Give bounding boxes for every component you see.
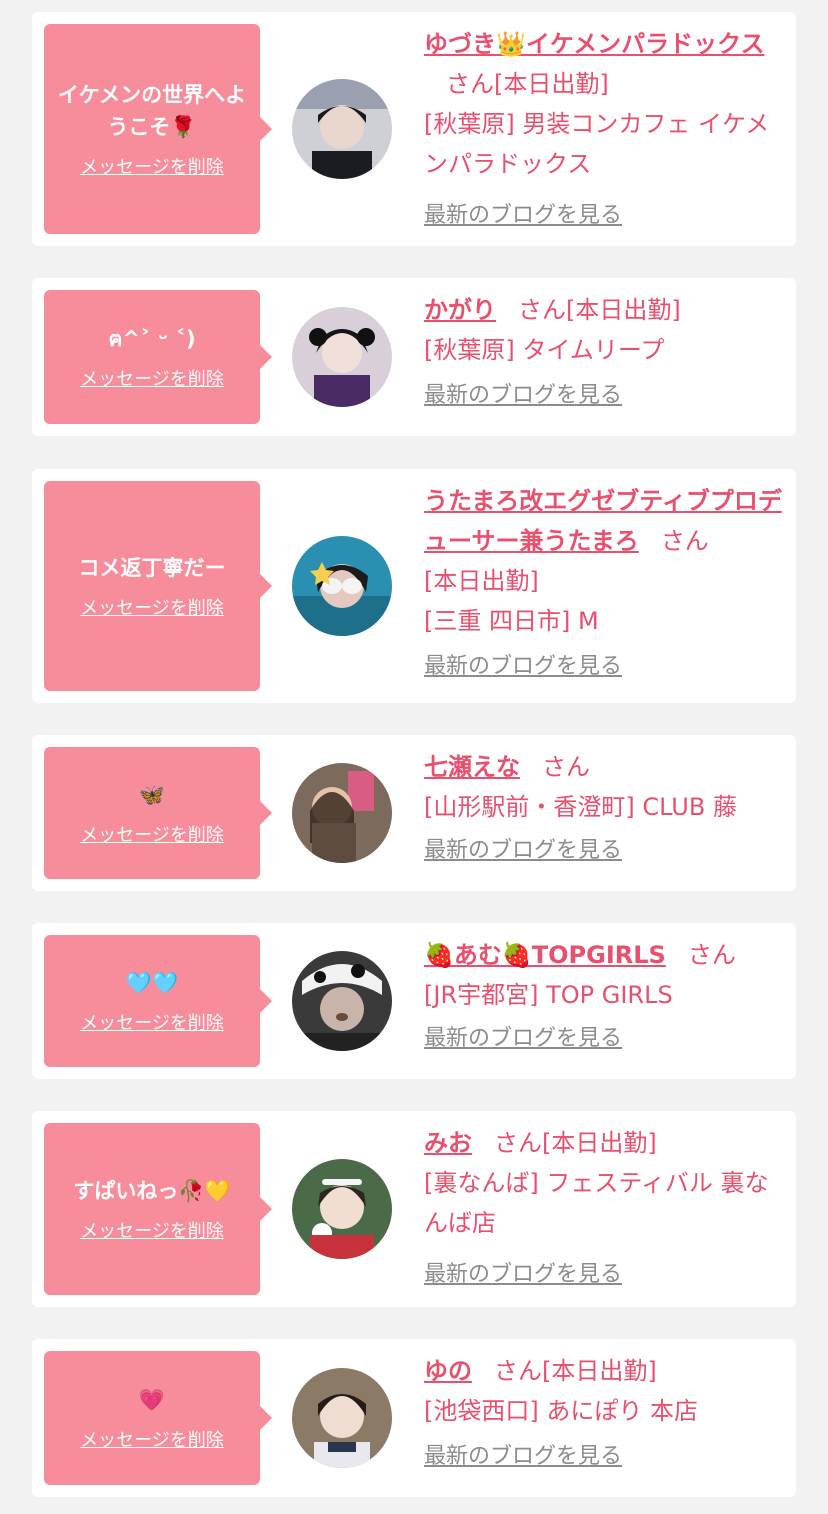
avatar[interactable] <box>292 79 392 179</box>
delete-message-link[interactable]: メッセージを削除 <box>80 153 224 179</box>
delete-message-link[interactable]: メッセージを削除 <box>80 594 224 620</box>
cast-name-link[interactable]: 七瀬えな <box>424 753 520 781</box>
message-bubble: 💗 メッセージを削除 <box>44 1351 272 1485</box>
message-bubble: すぱいねっ🥀💛 メッセージを削除 <box>44 1123 272 1295</box>
cast-name-link[interactable]: ゆづき👑イケメンパラドックス <box>424 30 764 58</box>
shop-label: [JR宇都宮] TOP GIRLS <box>424 981 673 1009</box>
view-blog-link[interactable]: 最新のブログを見る <box>424 647 782 687</box>
cast-info: うたまろ改エグゼブティブプロデューサー兼うたまろ さん [本日出勤] [三重 四日市… <box>424 481 782 687</box>
shop-label: [裏なんば] フェスティバル 裏なんば店 <box>424 1169 769 1237</box>
honorific: さん <box>660 527 709 555</box>
shop-label: [秋葉原] タイムリープ <box>424 336 665 364</box>
message-card: イケメンの世界へようこそ🌹 メッセージを削除 ゆづき👑イケメンパラドックスさん[… <box>32 12 796 246</box>
avatar[interactable] <box>292 1368 392 1468</box>
status-badge: [本日出勤] <box>566 296 681 324</box>
message-text: 💗 <box>138 1388 166 1412</box>
delete-message-link[interactable]: メッセージを削除 <box>80 1009 224 1035</box>
message-text: 🦋 <box>138 783 166 807</box>
cast-info: かがり さん[本日出勤] [秋葉原] タイムリープ 最新のブログを見る <box>424 290 782 416</box>
view-blog-link[interactable]: 最新のブログを見る <box>424 1019 782 1059</box>
message-text: すぱいねっ🥀💛 <box>73 1179 231 1203</box>
message-text: コメ返丁寧だー <box>78 556 226 580</box>
shop-label: [山形駅前・香澄町] CLUB 藤 <box>424 793 737 821</box>
message-card: コメ返丁寧だー メッセージを削除 うたまろ改エグゼブティブプロデューサー兼うたま… <box>32 469 796 703</box>
delete-message-link[interactable]: メッセージを削除 <box>80 365 224 391</box>
message-card: 🩵🩵 メッセージを削除 🍓あむ🍓TOPGIRLS さん [JR宇都宮] TOP G… <box>32 923 796 1079</box>
cast-name-link[interactable]: みお <box>424 1129 472 1157</box>
message-text: 🩵🩵 <box>125 971 179 995</box>
status-badge: [本日出勤] <box>542 1129 657 1157</box>
cast-info: みお さん[本日出勤] [裏なんば] フェスティバル 裏なんば店 最新のブログを見… <box>424 1123 782 1295</box>
honorific: さん <box>494 1357 542 1385</box>
avatar[interactable] <box>292 951 392 1051</box>
view-blog-link[interactable]: 最新のブログを見る <box>424 196 782 236</box>
delete-message-link[interactable]: メッセージを削除 <box>80 821 224 847</box>
message-list: イケメンの世界へようこそ🌹 メッセージを削除 ゆづき👑イケメンパラドックスさん[… <box>0 0 828 1514</box>
honorific: さん <box>494 1129 542 1157</box>
message-bubble: イケメンの世界へようこそ🌹 メッセージを削除 <box>44 24 272 234</box>
message-bubble: 🩵🩵 メッセージを削除 <box>44 935 272 1067</box>
message-card: ฅ^˃ ᵕ ˂) メッセージを削除 かがり さん[本日出勤] [秋葉原] タイムリ… <box>32 278 796 436</box>
shop-label: [池袋西口] あにぽり 本店 <box>424 1397 698 1425</box>
honorific: さん <box>687 941 736 969</box>
message-bubble: 🦋 メッセージを削除 <box>44 747 272 879</box>
cast-info: 🍓あむ🍓TOPGIRLS さん [JR宇都宮] TOP GIRLS 最新のブログを… <box>424 935 782 1059</box>
honorific: さん <box>518 296 566 324</box>
view-blog-link[interactable]: 最新のブログを見る <box>424 1437 782 1477</box>
avatar[interactable] <box>292 536 392 636</box>
message-text: ฅ^˃ ᵕ ˂) <box>108 327 196 351</box>
message-card: 💗 メッセージを削除 ゆの さん[本日出勤] [池袋西口] あにぽり 本店 最新の… <box>32 1339 796 1497</box>
view-blog-link[interactable]: 最新のブログを見る <box>424 376 782 416</box>
honorific: さん <box>446 70 494 98</box>
delete-message-link[interactable]: メッセージを削除 <box>80 1217 224 1243</box>
cast-name-link[interactable]: ゆの <box>424 1357 472 1385</box>
status-badge: [本日出勤] <box>542 1357 657 1385</box>
avatar[interactable] <box>292 763 392 863</box>
message-bubble: ฅ^˃ ᵕ ˂) メッセージを削除 <box>44 290 272 424</box>
avatar[interactable] <box>292 307 392 407</box>
message-card: 🦋 メッセージを削除 七瀬えな さん [山形駅前・香澄町] CLUB 藤 最新のブ… <box>32 735 796 891</box>
cast-name-link[interactable]: かがり <box>424 296 496 324</box>
honorific: さん <box>542 753 590 781</box>
avatar[interactable] <box>292 1159 392 1259</box>
message-card: すぱいねっ🥀💛 メッセージを削除 みお さん[本日出勤] [裏なんば] フェスティ… <box>32 1111 796 1307</box>
cast-info: ゆづき👑イケメンパラドックスさん[本日出勤] [秋葉原] 男装コンカフェ イケメ… <box>424 24 782 236</box>
view-blog-link[interactable]: 最新のブログを見る <box>424 831 782 871</box>
shop-label: [三重 四日市] M <box>424 607 599 635</box>
status-badge: [本日出勤] <box>494 70 609 98</box>
cast-info: ゆの さん[本日出勤] [池袋西口] あにぽり 本店 最新のブログを見る <box>424 1351 782 1477</box>
cast-info: 七瀬えな さん [山形駅前・香澄町] CLUB 藤 最新のブログを見る <box>424 747 782 871</box>
shop-label: [秋葉原] 男装コンカフェ イケメンパラドックス <box>424 110 770 178</box>
cast-name-link[interactable]: うたまろ改エグゼブティブプロデューサー兼うたまろ <box>424 487 782 555</box>
status-badge: [本日出勤] <box>424 567 539 595</box>
message-bubble: コメ返丁寧だー メッセージを削除 <box>44 481 272 691</box>
view-blog-link[interactable]: 最新のブログを見る <box>424 1255 782 1295</box>
cast-name-link[interactable]: 🍓あむ🍓TOPGIRLS <box>424 941 666 969</box>
message-text: イケメンの世界へようこそ🌹 <box>57 83 247 139</box>
delete-message-link[interactable]: メッセージを削除 <box>80 1426 224 1452</box>
